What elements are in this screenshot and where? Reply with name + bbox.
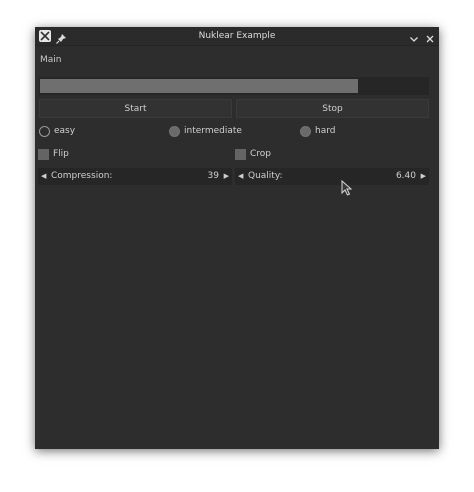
- triangle-left-icon[interactable]: ◀: [41, 168, 46, 185]
- radio-indicator: [39, 125, 50, 137]
- radio-indicator: [300, 125, 311, 137]
- radio-indicator: [169, 125, 180, 137]
- compression-property[interactable]: ◀ Compression: 39 ▶: [38, 168, 232, 185]
- start-button[interactable]: Start: [39, 99, 232, 118]
- checkbox-box: [38, 148, 49, 160]
- chevron-down-icon[interactable]: [408, 30, 420, 42]
- flip-checkbox[interactable]: Flip: [38, 147, 69, 161]
- triangle-left-icon[interactable]: ◀: [238, 168, 243, 185]
- progress-bar[interactable]: [39, 77, 429, 95]
- triangle-right-icon[interactable]: ▶: [421, 168, 426, 185]
- property-value[interactable]: 6.40: [396, 168, 416, 185]
- checkbox-label: Crop: [250, 149, 272, 159]
- radio-hard[interactable]: hard: [300, 124, 335, 138]
- property-label: Compression:: [51, 171, 113, 181]
- titlebar[interactable]: Nuklear Example: [35, 27, 439, 46]
- progress-fill: [40, 79, 358, 93]
- mouse-cursor-icon: [341, 179, 353, 196]
- triangle-right-icon[interactable]: ▶: [224, 168, 229, 185]
- checkbox-label: Flip: [53, 149, 69, 159]
- radio-label: intermediate: [184, 126, 242, 136]
- quality-property[interactable]: ◀ Quality: 6.40 ▶: [235, 168, 429, 185]
- radio-label: easy: [54, 126, 76, 136]
- radio-intermediate[interactable]: intermediate: [169, 124, 242, 138]
- stop-button[interactable]: Stop: [236, 99, 429, 118]
- crop-checkbox[interactable]: Crop: [235, 147, 271, 161]
- checkbox-box: [235, 148, 246, 160]
- property-label: Quality:: [248, 171, 283, 181]
- section-title: Main: [40, 55, 62, 65]
- property-value[interactable]: 39: [208, 168, 219, 185]
- radio-easy[interactable]: easy: [39, 124, 75, 138]
- app-window: Nuklear Example Main Start Stop easy int…: [35, 27, 439, 449]
- radio-label: hard: [315, 126, 336, 136]
- close-icon[interactable]: [424, 30, 436, 43]
- window-title: Nuklear Example: [198, 31, 276, 41]
